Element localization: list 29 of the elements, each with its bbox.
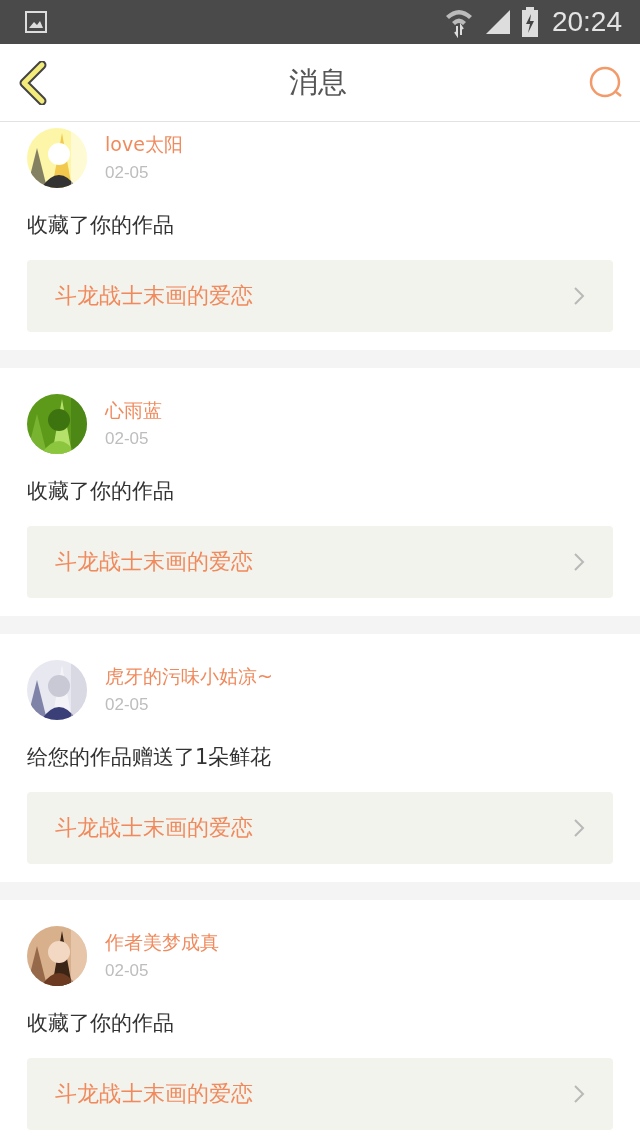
user-name[interactable]: 心雨蓝 — [105, 398, 162, 422]
work-title: 斗龙战士末画的爱恋 — [55, 814, 253, 842]
user-name[interactable]: 虎牙的污味小姑凉~ — [105, 664, 273, 688]
battery-icon — [521, 7, 538, 37]
user-name[interactable]: 作者美梦成真 — [105, 930, 219, 954]
work-title: 斗龙战士末画的爱恋 — [55, 1080, 253, 1108]
chevron-right-icon — [573, 818, 585, 838]
message-date: 02-05 — [105, 694, 150, 716]
chevron-right-icon — [573, 1084, 585, 1104]
chevron-right-icon — [573, 552, 585, 572]
message-date: 02-05 — [105, 162, 150, 184]
message-date: 02-05 — [105, 960, 150, 982]
chevron-right-icon — [573, 286, 585, 306]
work-title: 斗龙战士末画的爱恋 — [55, 548, 253, 576]
message-date: 02-05 — [105, 428, 150, 450]
work-link[interactable]: 斗龙战士末画的爱恋 — [27, 1058, 613, 1130]
page-title: 消息 — [289, 63, 347, 101]
message-text: 收藏了你的作品 — [27, 1010, 175, 1037]
message-text: 收藏了你的作品 — [27, 478, 175, 505]
work-link[interactable]: 斗龙战士末画的爱恋 — [27, 260, 613, 332]
back-icon[interactable] — [18, 60, 48, 105]
image-icon — [24, 10, 48, 34]
work-link[interactable]: 斗龙战士末画的爱恋 — [27, 526, 613, 598]
message-text: 给您的作品赠送了1朵鲜花 — [27, 744, 273, 771]
work-title: 斗龙战士末画的爱恋 — [55, 282, 253, 310]
work-link[interactable]: 斗龙战士末画的爱恋 — [27, 792, 613, 864]
clock-time: 20:24 — [551, 6, 622, 38]
user-name[interactable]: love太阳 — [105, 132, 183, 156]
message-text: 收藏了你的作品 — [27, 212, 175, 239]
